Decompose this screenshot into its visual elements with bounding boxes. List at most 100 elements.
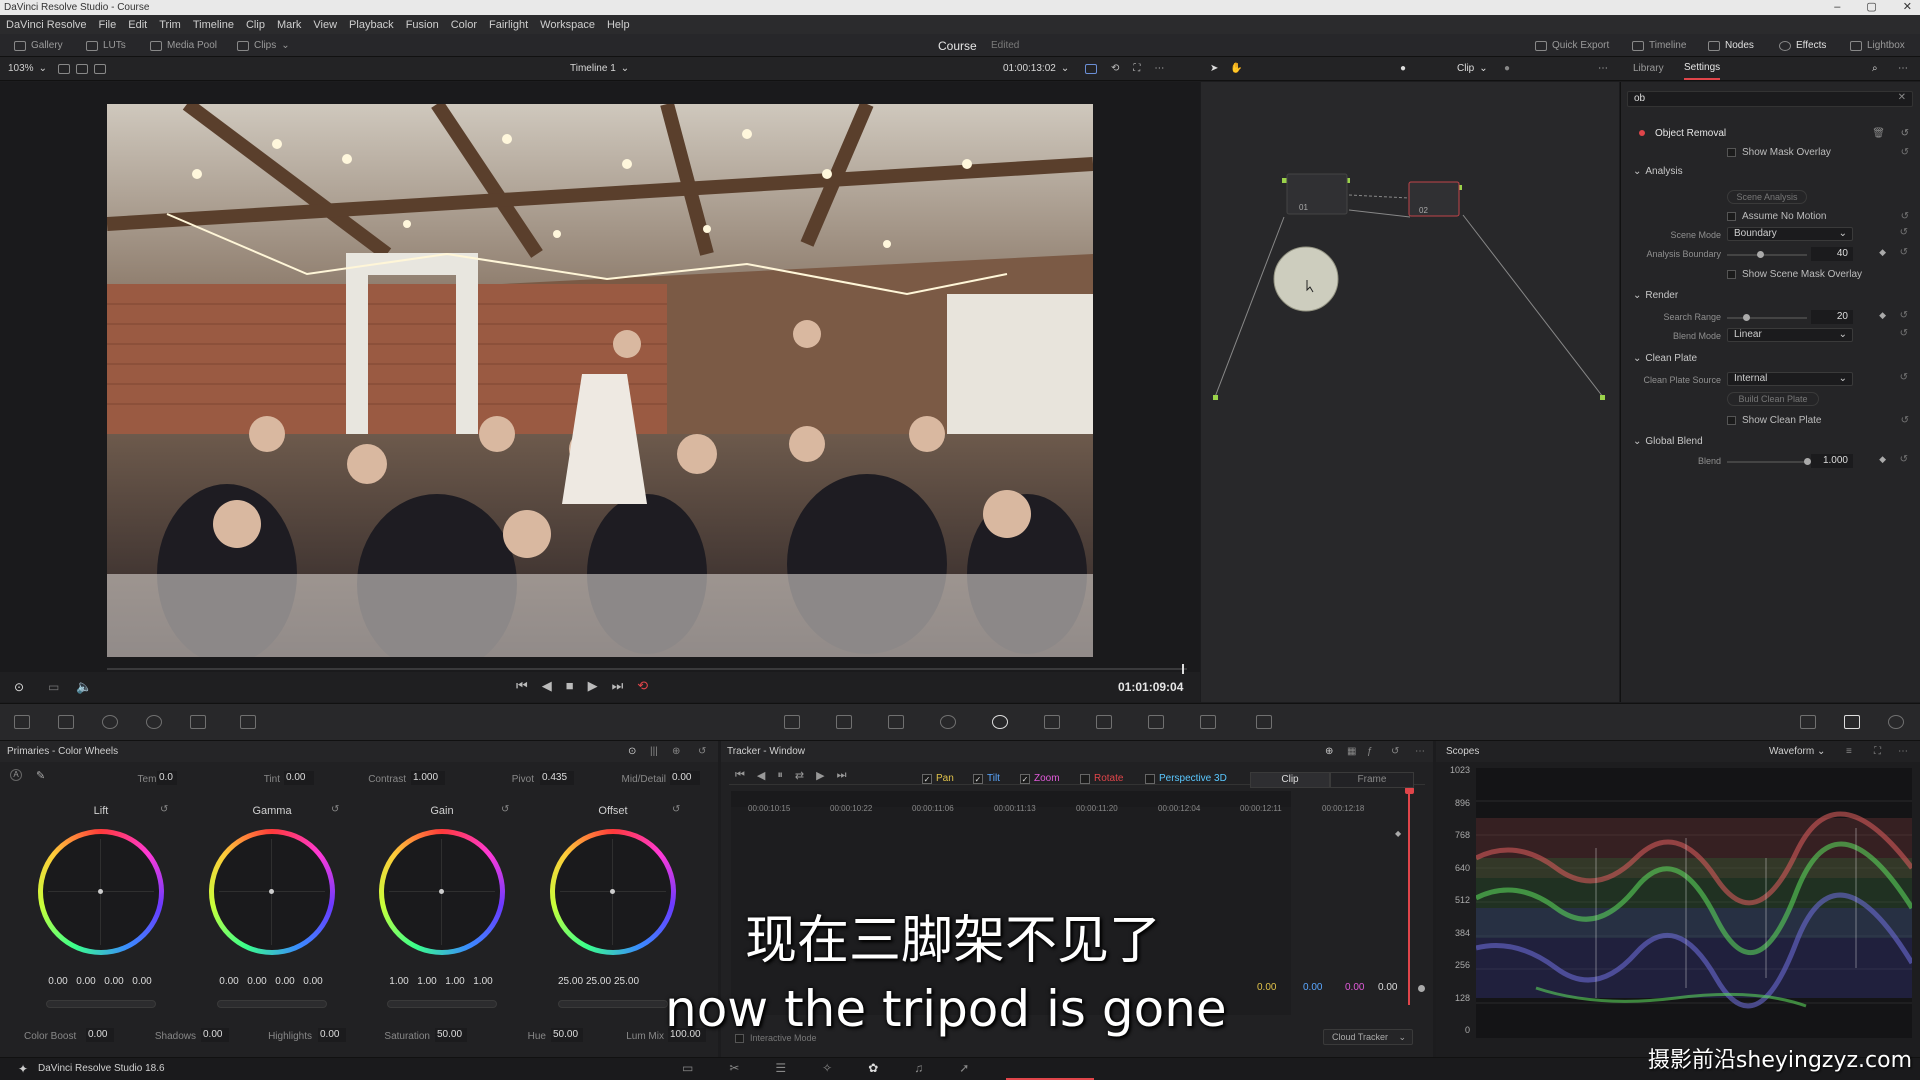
luts-button[interactable]: LUTs xyxy=(86,34,126,57)
blend-knob[interactable] xyxy=(1804,458,1811,465)
wheel-value[interactable]: 1.00 xyxy=(443,976,467,987)
reset-icon[interactable]: ↺ xyxy=(1901,147,1909,158)
color-match-icon[interactable] xyxy=(58,715,74,729)
color-wheel-gain[interactable] xyxy=(379,829,505,955)
reset-icon[interactable]: ↺ xyxy=(1900,247,1908,258)
loop-icon[interactable]: ⟲ xyxy=(1111,63,1119,74)
tracker-playhead-handle[interactable] xyxy=(1405,787,1414,794)
rotate-toggle[interactable]: Rotate xyxy=(1080,773,1123,784)
cut-page-icon[interactable]: ✂ xyxy=(729,1061,739,1075)
color-wheels-mode-icon[interactable]: ⊙ xyxy=(628,741,636,762)
wheel-value[interactable]: 0.00 xyxy=(273,976,297,987)
maximize-icon[interactable]: ▢ xyxy=(1866,0,1876,15)
lightbox-view-icon[interactable] xyxy=(1800,715,1816,729)
single-viewer-icon[interactable] xyxy=(58,63,70,74)
hue-input[interactable]: 50.00 xyxy=(551,1028,583,1042)
scrubber-track[interactable] xyxy=(107,668,1187,670)
scrubber-playhead[interactable] xyxy=(1182,664,1184,674)
wheel-value[interactable]: 1.00 xyxy=(387,976,411,987)
tab-frame[interactable]: Frame xyxy=(1330,772,1414,788)
show-clean-plate-row[interactable]: Show Clean Plate ↺ xyxy=(1621,411,1920,429)
color-wheel-gamma[interactable] xyxy=(209,829,335,955)
contrast-input[interactable]: 1.000 xyxy=(411,771,445,785)
show-scene-mask-overlay-checkbox[interactable] xyxy=(1727,269,1736,279)
keyframe-icon[interactable]: ◆ xyxy=(1879,247,1886,258)
reset-icon[interactable]: ↺ xyxy=(1900,328,1908,339)
reset-icon[interactable]: ↺ xyxy=(1900,372,1908,383)
show-mask-overlay-row[interactable]: Show Mask Overlay ↺ xyxy=(1621,143,1920,161)
minimize-icon[interactable]: – xyxy=(1834,0,1840,15)
pan-toggle[interactable]: ✓ Pan xyxy=(922,773,954,784)
keyframe-icon[interactable]: ◆ xyxy=(1395,829,1401,838)
clean-plate-source-dropdown[interactable]: Internal ⌄ xyxy=(1727,372,1853,386)
trash-icon[interactable]: 🗑 xyxy=(1872,128,1885,139)
menu-item-view[interactable]: View xyxy=(313,19,337,31)
more-options-icon[interactable]: ⋯ xyxy=(1154,63,1164,74)
wheel-center-dot[interactable] xyxy=(98,889,103,894)
tilt-toggle[interactable]: ✓ Tilt xyxy=(973,773,1000,784)
shadows-input[interactable]: 0.00 xyxy=(201,1028,229,1042)
pan-checkbox[interactable]: ✓ xyxy=(922,773,932,784)
jump-start-icon[interactable]: ⏮ xyxy=(516,678,528,694)
global-blend-section-header[interactable]: ⌄ Global Blend xyxy=(1621,432,1920,450)
track-reverse-icon[interactable]: ◀ xyxy=(757,769,765,782)
cinema-icon[interactable]: ▭ xyxy=(48,680,59,694)
hand-icon[interactable]: ✋ xyxy=(1230,63,1242,74)
assume-no-motion-row[interactable]: Assume No Motion ↺ xyxy=(1621,207,1920,225)
color-wheels-icon[interactable] xyxy=(102,715,118,729)
media-pool-button[interactable]: Media Pool xyxy=(150,34,217,57)
reset-icon[interactable]: ↺ xyxy=(1900,310,1908,321)
overlay-icon[interactable] xyxy=(1085,63,1097,74)
menu-item-timeline[interactable]: Timeline xyxy=(193,19,234,31)
scope-settings-icon[interactable]: ≡ xyxy=(1846,741,1852,762)
blur-icon[interactable] xyxy=(1096,715,1112,729)
close-icon[interactable]: ✕ xyxy=(1903,0,1912,15)
more-options-icon[interactable]: ⋯ xyxy=(1415,741,1425,762)
menu-item-trim[interactable]: Trim xyxy=(159,19,181,31)
media-page-icon[interactable]: ▭ xyxy=(682,1061,693,1075)
cloud-tracker-dropdown[interactable]: Cloud Tracker ⌄ xyxy=(1323,1029,1413,1045)
scopes-icon[interactable] xyxy=(1844,715,1860,729)
node-dot[interactable]: ● xyxy=(1504,57,1510,80)
window-icon[interactable] xyxy=(940,715,956,729)
nodes-button[interactable]: Nodes xyxy=(1708,34,1754,57)
motion-effects-icon[interactable] xyxy=(240,715,256,729)
master-wheel-lift[interactable] xyxy=(46,1000,156,1008)
zoom-checkbox[interactable]: ✓ xyxy=(1020,773,1030,784)
zoom-dropdown[interactable]: 103% ⌄ xyxy=(8,57,47,80)
tracker-icon[interactable] xyxy=(992,715,1008,729)
reset-icon[interactable]: ↺ xyxy=(672,804,680,815)
wheel-value[interactable]: 25.00 xyxy=(586,976,611,987)
zoom-toggle[interactable]: ✓ Zoom xyxy=(1020,773,1060,784)
analysis-boundary-slider[interactable] xyxy=(1727,254,1807,256)
clear-search-icon[interactable]: ✕ xyxy=(1898,92,1906,103)
reset-icon[interactable]: ↺ xyxy=(160,804,168,815)
crosshair-icon[interactable]: ⊕ xyxy=(1325,741,1333,762)
wheel-value[interactable]: 0.00 xyxy=(74,976,98,987)
analysis-boundary-knob[interactable] xyxy=(1757,251,1764,258)
effect-enabled-icon[interactable] xyxy=(1639,130,1645,136)
reset-icon[interactable]: ↺ xyxy=(1900,454,1908,465)
menu-item-edit[interactable]: Edit xyxy=(128,19,147,31)
timeline-button[interactable]: Timeline xyxy=(1632,34,1686,57)
menu-item-file[interactable]: File xyxy=(99,19,117,31)
menu-item-workspace[interactable]: Workspace xyxy=(540,19,595,31)
wheel-value[interactable]: 0.00 xyxy=(301,976,325,987)
timecode-dropdown[interactable]: 01:00:13:02 ⌄ xyxy=(1003,57,1069,80)
assume-no-motion-checkbox[interactable] xyxy=(1727,211,1736,221)
wheel-center-dot[interactable] xyxy=(269,889,274,894)
log-mode-icon[interactable]: ⊕ xyxy=(672,741,680,762)
search-range-slider[interactable] xyxy=(1727,317,1807,319)
analysis-section-header[interactable]: ⌄ Analysis xyxy=(1621,162,1920,180)
more-options-icon[interactable]: ⋯ xyxy=(1898,741,1908,762)
deliver-page-icon[interactable]: ➚ xyxy=(959,1061,969,1075)
auto-balance-icon[interactable]: A xyxy=(10,769,22,781)
video-frame[interactable] xyxy=(107,104,1093,657)
pointer-icon[interactable]: ➤ xyxy=(1210,63,1218,74)
master-wheel-gamma[interactable] xyxy=(217,1000,327,1008)
blend-slider[interactable] xyxy=(1727,461,1807,463)
analysis-boundary-input[interactable]: 40 xyxy=(1811,247,1853,261)
reset-icon[interactable]: ↺ xyxy=(501,804,509,815)
rgb-mixer-icon[interactable] xyxy=(190,715,206,729)
wheel-center-dot[interactable] xyxy=(439,889,444,894)
